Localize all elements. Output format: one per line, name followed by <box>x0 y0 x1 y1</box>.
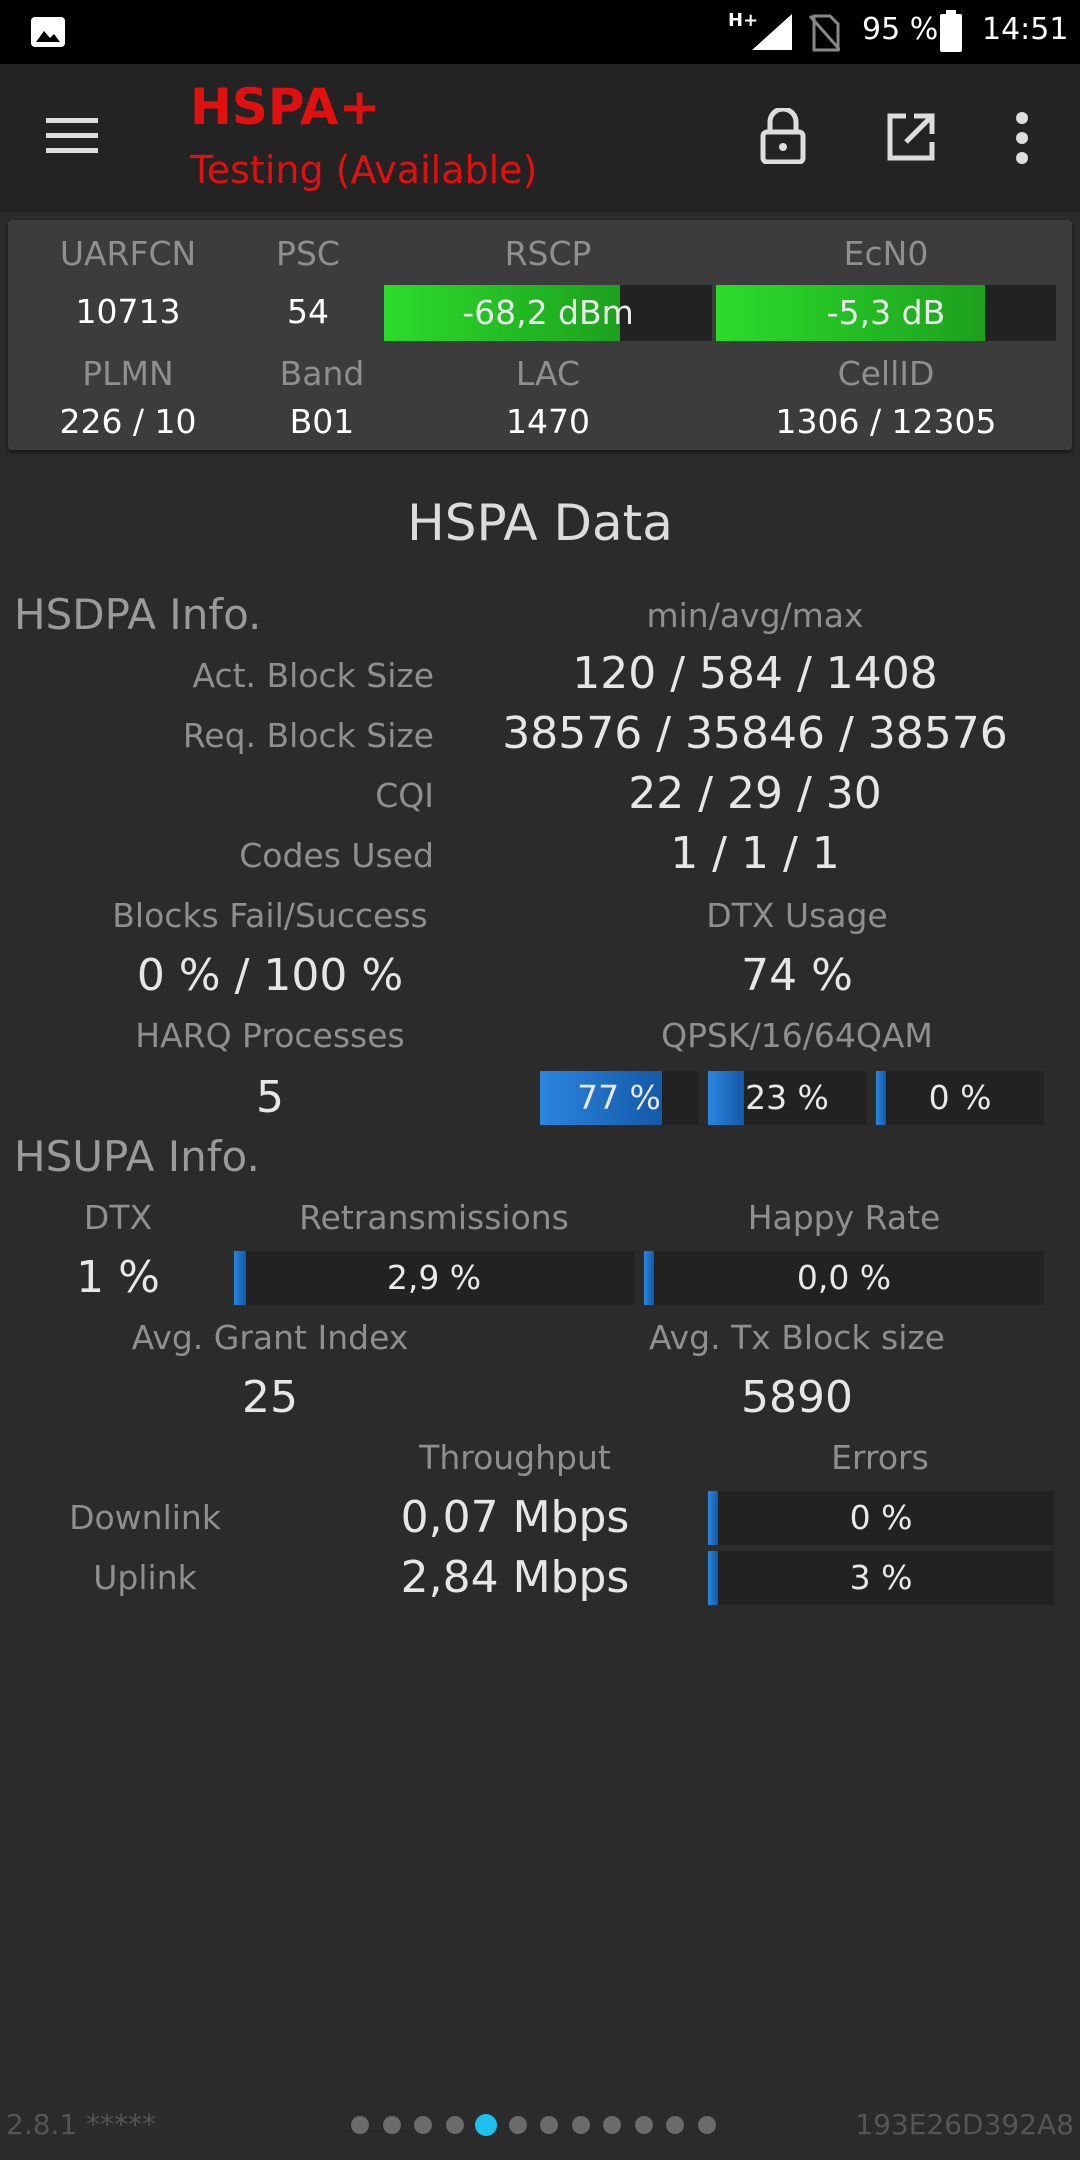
rscp-value: -68,2 dBm <box>462 293 634 332</box>
uplink-label: Uplink <box>93 1558 197 1597</box>
avg-tx-block-label: Avg. Tx Block size <box>648 1318 945 1357</box>
gallery-icon <box>31 17 65 47</box>
page-dot[interactable] <box>475 2114 497 2136</box>
status-bar: H+ 95 % 14:51 <box>0 0 1080 64</box>
qam64-value: 0 % <box>928 1078 992 1117</box>
lac-label: LAC <box>515 354 581 393</box>
qam-label: QPSK/16/64QAM <box>661 1016 933 1055</box>
open-external-icon[interactable] <box>886 112 936 162</box>
minavgmax-label: min/avg/max <box>646 596 864 635</box>
dtx-label: DTX <box>83 1198 153 1237</box>
avg-tx-block-value: 5890 <box>741 1372 853 1423</box>
ecn0-label: EcN0 <box>843 234 929 273</box>
harq-label: HARQ Processes <box>135 1016 405 1055</box>
ecn0-value: -5,3 dB <box>826 293 946 332</box>
downlink-label: Downlink <box>69 1498 221 1537</box>
technology-title: HSPA+ <box>190 78 381 136</box>
page-dot[interactable] <box>509 2116 527 2134</box>
harq-value: 5 <box>256 1072 284 1123</box>
happy-rate-value: 0,0 % <box>796 1258 892 1297</box>
device-id-label: 193E26D392A8 <box>855 2108 1074 2141</box>
status-subtitle: Testing (Available) <box>190 148 538 192</box>
plmn-label: PLMN <box>82 354 174 393</box>
avg-grant-index-label: Avg. Grant Index <box>131 1318 409 1357</box>
psc-value: 54 <box>287 292 329 331</box>
qpsk-bar: 77 % <box>540 1071 698 1125</box>
plmn-value: 226 / 10 <box>59 402 197 441</box>
page-dot[interactable] <box>666 2116 684 2134</box>
blocks-fail-success-label: Blocks Fail/Success <box>112 896 428 935</box>
act-block-value: 120 / 584 / 1408 <box>572 648 938 699</box>
errors-label: Errors <box>831 1438 929 1477</box>
cellid-label: CellID <box>837 354 935 393</box>
req-block-label: Req. Block Size <box>182 716 434 755</box>
page-dot[interactable] <box>635 2116 653 2134</box>
downlink-errors-value: 0 % <box>849 1498 913 1537</box>
downlink-throughput: 0,07 Mbps <box>400 1492 630 1543</box>
page-dot[interactable] <box>572 2116 590 2134</box>
battery-icon <box>940 10 962 52</box>
uplink-errors-value: 3 % <box>849 1558 913 1597</box>
cqi-value: 22 / 29 / 30 <box>628 768 882 819</box>
page-dot[interactable] <box>414 2116 432 2134</box>
lac-value: 1470 <box>506 402 590 441</box>
retransmissions-bar: 2,9 % <box>234 1251 634 1305</box>
req-block-value: 38576 / 35846 / 38576 <box>502 708 1008 759</box>
band-value: B01 <box>289 402 355 441</box>
section-title: HSPA Data <box>407 494 673 552</box>
happy-rate-bar: 0,0 % <box>644 1251 1044 1305</box>
downlink-errors-bar: 0 % <box>708 1491 1054 1545</box>
page-dot[interactable] <box>603 2116 621 2134</box>
app-toolbar: HSPA+ Testing (Available) <box>0 64 1080 212</box>
battery-percent: 95 % <box>862 12 939 47</box>
dtx-usage-label: DTX Usage <box>706 896 888 935</box>
dtx-usage-value: 74 % <box>741 950 853 1001</box>
dtx-value: 1 % <box>76 1252 160 1303</box>
no-sim-icon <box>808 14 840 52</box>
qam16-bar: 23 % <box>708 1071 866 1125</box>
uplink-throughput: 2,84 Mbps <box>400 1552 630 1603</box>
lock-icon[interactable] <box>760 108 806 164</box>
qam64-bar: 0 % <box>876 1071 1044 1125</box>
blocks-fail-success-value: 0 % / 100 % <box>136 950 404 1001</box>
happy-rate-label: Happy Rate <box>747 1198 941 1237</box>
cqi-label: CQI <box>375 776 434 815</box>
hsupa-title: HSUPA Info. <box>14 1132 260 1181</box>
band-label: Band <box>279 354 365 393</box>
cell-info-card: UARFCN PSC RSCP EcN0 10713 54 -68,2 dBm … <box>8 220 1072 450</box>
hsdpa-title: HSDPA Info. <box>14 590 262 639</box>
clock: 14:51 <box>982 12 1069 47</box>
rscp-bar: -68,2 dBm <box>384 285 712 341</box>
signal-icon <box>752 14 792 50</box>
overflow-menu-icon[interactable] <box>1012 112 1032 164</box>
codes-used-label: Codes Used <box>239 836 434 875</box>
menu-icon[interactable] <box>46 116 98 156</box>
throughput-label: Throughput <box>419 1438 611 1477</box>
page-dot[interactable] <box>698 2116 716 2134</box>
qpsk-value: 77 % <box>577 1078 661 1117</box>
retransmissions-label: Retransmissions <box>299 1198 569 1237</box>
uplink-errors-bar: 3 % <box>708 1551 1054 1605</box>
page-dot[interactable] <box>351 2116 369 2134</box>
codes-used-value: 1 / 1 / 1 <box>670 828 840 879</box>
page-dot[interactable] <box>540 2116 558 2134</box>
ecn0-bar: -5,3 dB <box>716 285 1056 341</box>
version-label: 2.8.1 ***** <box>6 2108 157 2141</box>
uarfcn-value: 10713 <box>75 292 181 331</box>
act-block-label: Act. Block Size <box>192 656 434 695</box>
retransmissions-value: 2,9 % <box>386 1258 482 1297</box>
uarfcn-label: UARFCN <box>59 234 197 273</box>
page-dot[interactable] <box>383 2116 401 2134</box>
cellid-value: 1306 / 12305 <box>775 402 997 441</box>
rscp-label: RSCP <box>504 234 592 273</box>
psc-label: PSC <box>276 234 340 273</box>
avg-grant-index-value: 25 <box>242 1372 298 1423</box>
qam16-value: 23 % <box>745 1078 829 1117</box>
page-dot[interactable] <box>446 2116 464 2134</box>
